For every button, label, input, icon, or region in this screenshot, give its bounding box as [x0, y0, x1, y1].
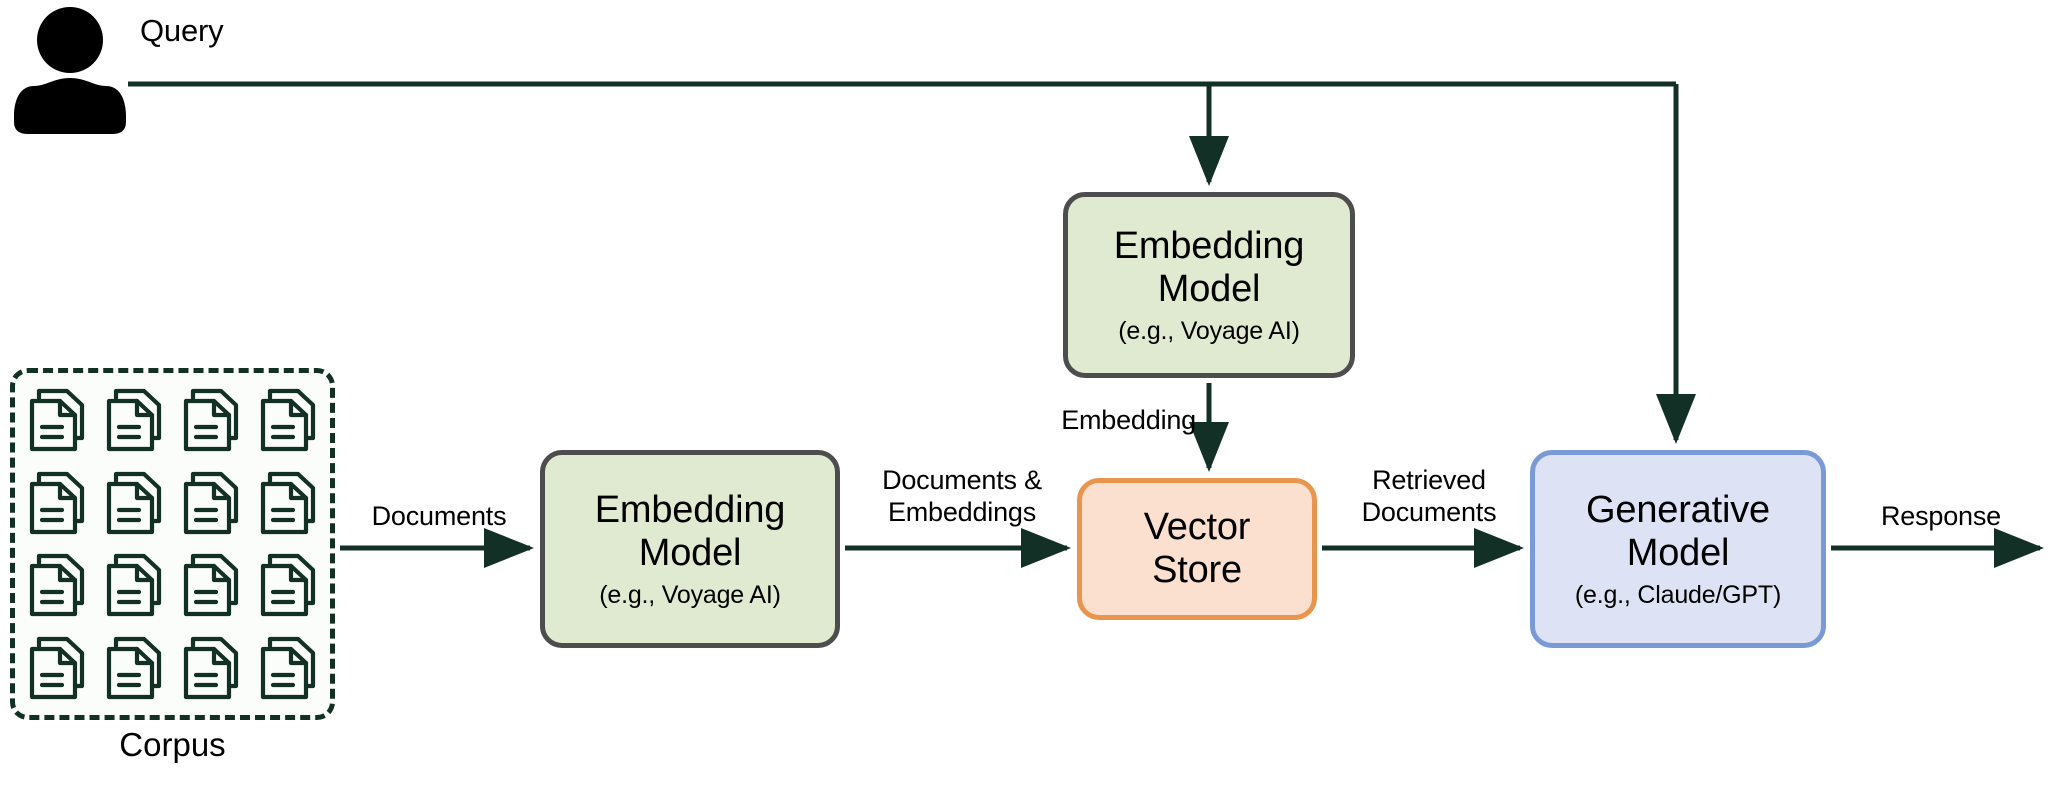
document-stack-icon	[107, 471, 162, 534]
document-stack-icon	[30, 554, 85, 617]
edge-label-embedding: Embedding	[1061, 405, 1196, 435]
node-title-line2: Model	[1626, 531, 1730, 574]
node-generative-model[interactable]: Generative Model (e.g., Claude/GPT)	[1530, 450, 1826, 648]
node-vector-store[interactable]: Vector Store	[1077, 478, 1317, 620]
document-stack-icon	[107, 554, 162, 617]
corpus-container	[10, 368, 335, 720]
document-stack-icon	[260, 554, 315, 617]
user-icon	[14, 7, 126, 134]
node-title-line1: Embedding	[1113, 224, 1305, 267]
node-title-line1: Embedding	[594, 488, 786, 531]
document-stack-icon	[183, 471, 238, 534]
document-stack-icon	[260, 471, 315, 534]
edge-label-query: Query	[140, 13, 224, 48]
node-subtitle: (e.g., Voyage AI)	[599, 581, 781, 610]
node-subtitle: (e.g., Voyage AI)	[1118, 317, 1300, 346]
edge-label-documents: Documents	[371, 501, 507, 531]
document-stack-icon	[260, 636, 315, 699]
document-stack-icon	[183, 636, 238, 699]
document-stack-icon	[107, 636, 162, 699]
document-stack-icon	[183, 389, 238, 452]
document-stack-icon	[30, 389, 85, 452]
edge-label-documents-embeddings: Documents & Embeddings	[882, 465, 1042, 528]
corpus-label: Corpus	[119, 726, 226, 763]
document-stack-icon	[183, 554, 238, 617]
document-stack-icon	[260, 389, 315, 452]
edge-label-response: Response	[1881, 501, 2001, 531]
node-title-line1: Vector	[1143, 506, 1251, 549]
document-stack-icon	[30, 636, 85, 699]
document-stack-icon	[107, 389, 162, 452]
diagram-canvas: Query Corpus Embedding Model (e.g., Voya…	[0, 0, 2048, 800]
node-title-line2: Store	[1152, 549, 1242, 591]
node-embedding-model-corpus[interactable]: Embedding Model (e.g., Voyage AI)	[540, 450, 840, 648]
node-title-line1: Generative	[1586, 488, 1770, 531]
node-embedding-model-query[interactable]: Embedding Model (e.g., Voyage AI)	[1063, 192, 1355, 378]
node-title-line2: Model	[638, 531, 742, 574]
edge-label-retrieved-documents: Retrieved Documents	[1361, 465, 1497, 528]
document-stack-icon	[30, 471, 85, 534]
node-title-line2: Model	[1157, 267, 1261, 310]
node-subtitle: (e.g., Claude/GPT)	[1574, 581, 1782, 610]
